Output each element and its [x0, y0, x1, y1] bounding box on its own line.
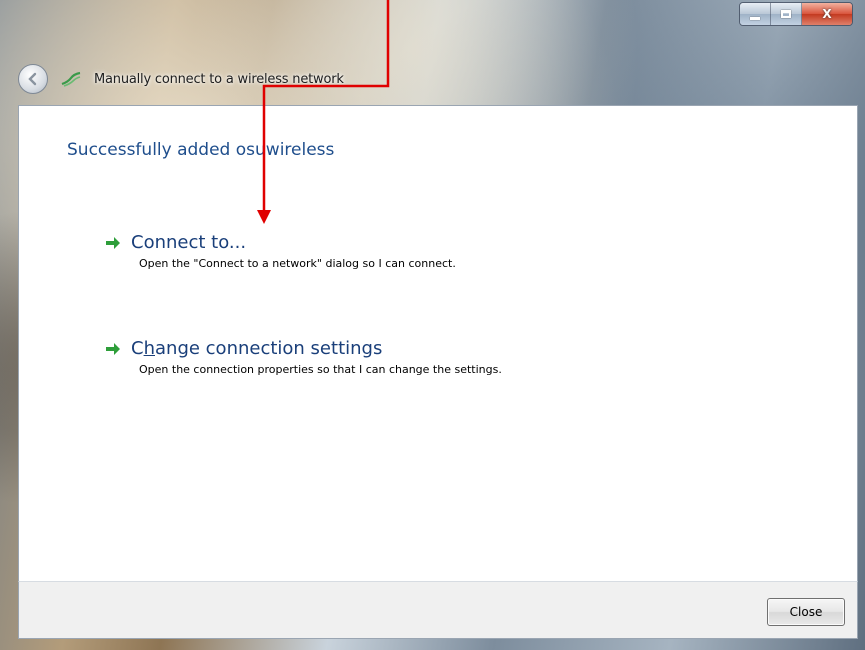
close-window-button[interactable]: X [802, 3, 852, 25]
connect-to-link[interactable]: Connect to... [131, 232, 246, 253]
back-arrow-icon [28, 72, 37, 86]
accelerator-key: h [143, 338, 155, 359]
connect-to-row[interactable]: Connect to... [105, 232, 456, 253]
page-title: Successfully added osuwireless [67, 140, 335, 160]
minimize-button[interactable] [740, 3, 771, 25]
back-button[interactable] [18, 64, 48, 94]
dialog-window: X Manually connect to a wireless network… [0, 0, 865, 650]
green-arrow-icon [106, 236, 120, 249]
change-settings-description: Open the connection properties so that I… [139, 363, 502, 376]
dialog-content: Successfully added osuwireless Connect t… [18, 105, 858, 582]
wireless-network-icon [61, 71, 81, 87]
close-button[interactable]: Close [767, 598, 845, 626]
dialog-footer: Close [18, 581, 858, 639]
window-title: Manually connect to a wireless network [94, 71, 344, 87]
change-settings-row[interactable]: Change connection settings [105, 338, 502, 359]
maximize-button[interactable] [771, 3, 802, 25]
change-connection-settings-link[interactable]: Change connection settings [131, 338, 382, 359]
title-part-1: C [131, 338, 144, 359]
title-part-2: ange connection settings [155, 338, 383, 359]
minimize-icon [750, 16, 760, 20]
navigation-bar: Manually connect to a wireless network [18, 62, 344, 96]
change-connection-settings-option[interactable]: Change connection settings Open the conn… [105, 338, 502, 376]
caption-buttons: X [739, 2, 853, 26]
connect-to-description: Open the "Connect to a network" dialog s… [139, 257, 456, 270]
green-arrow-icon [106, 342, 120, 355]
close-icon: X [822, 7, 832, 21]
maximize-icon [781, 10, 791, 18]
connect-to-option[interactable]: Connect to... Open the "Connect to a net… [105, 232, 456, 270]
